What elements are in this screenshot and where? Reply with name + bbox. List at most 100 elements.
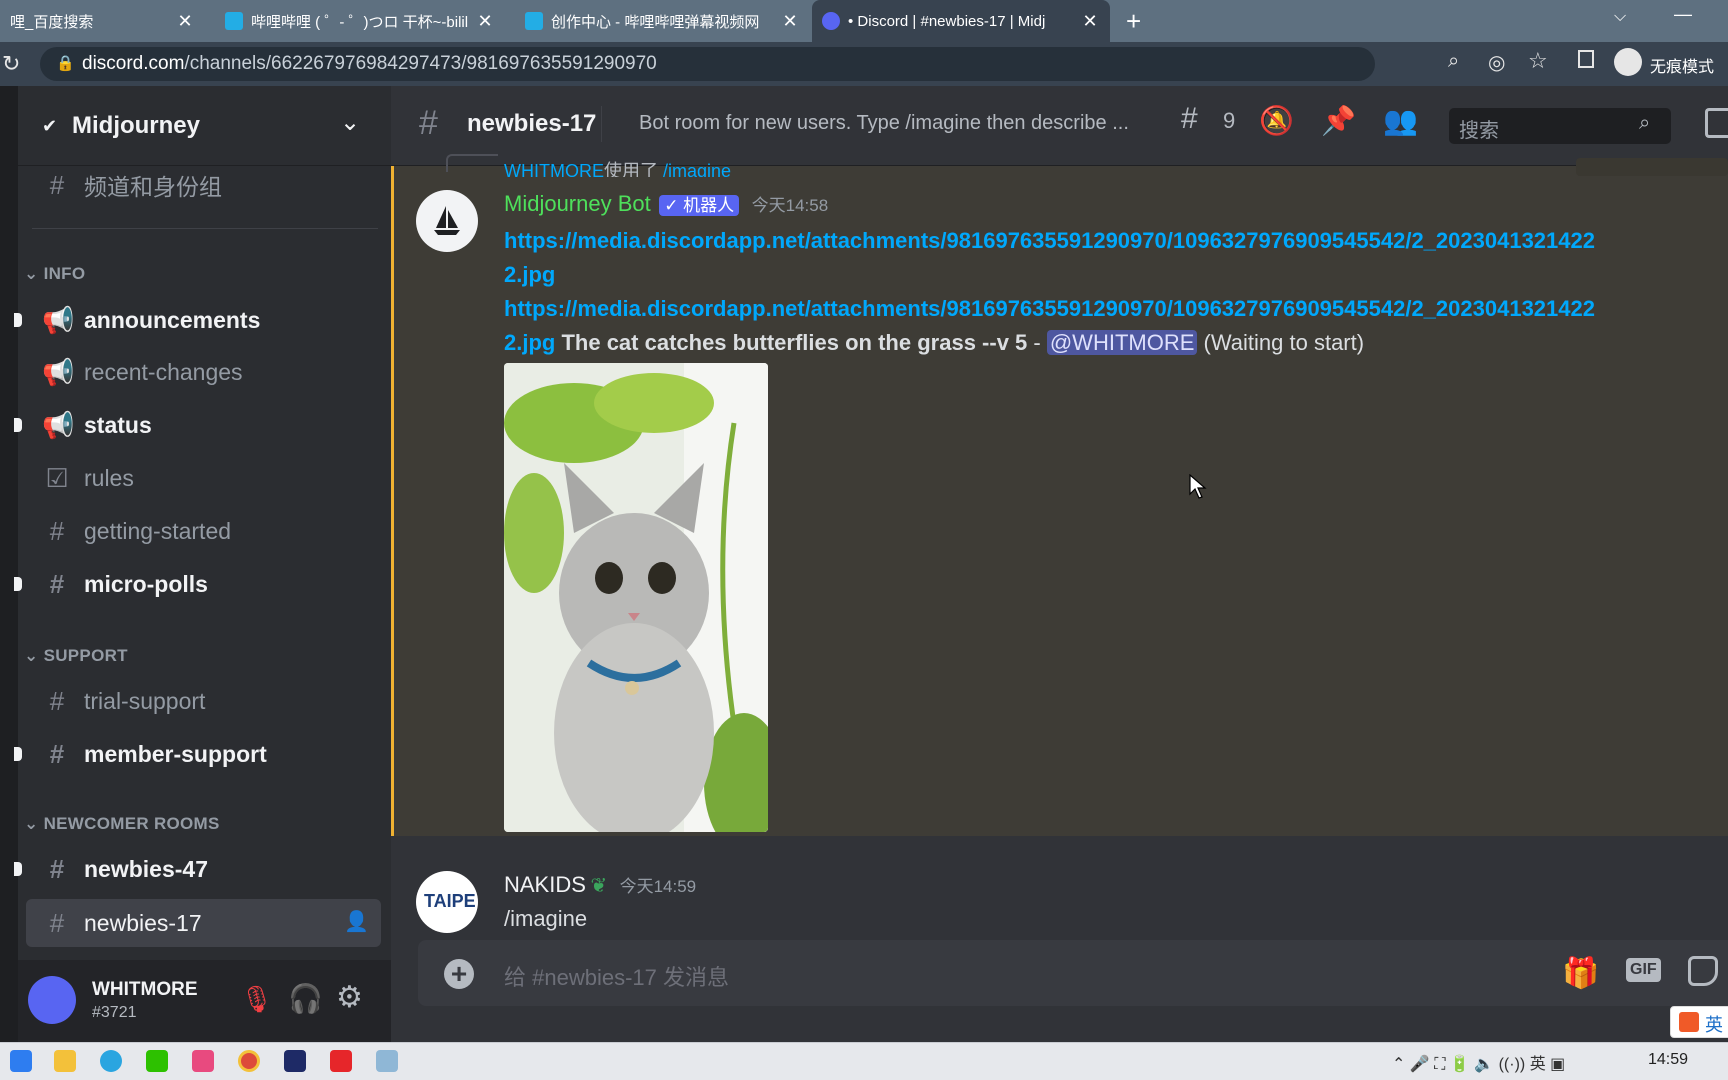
leaf-icon: ❦ (590, 875, 608, 897)
headphones-icon[interactable]: 🎧 (288, 982, 323, 1015)
gear-icon[interactable]: ⚙ (336, 980, 363, 1015)
edge-icon[interactable] (100, 1050, 122, 1072)
avatar[interactable]: TAIPE (416, 871, 478, 933)
browser-tab-active[interactable]: • Discord | #newbies-17 | Midj ✕ (812, 0, 1110, 42)
close-icon[interactable]: ✕ (780, 11, 800, 32)
close-icon[interactable]: ✕ (475, 11, 495, 32)
sailboat-icon (434, 206, 460, 235)
avatar[interactable] (416, 190, 478, 252)
add-attachment-button[interactable]: + (444, 959, 474, 989)
sidebar-item-rules[interactable]: ☑ rules (26, 455, 381, 501)
author-name[interactable]: Midjourney Bot (504, 191, 651, 216)
close-icon[interactable]: ✕ (175, 11, 195, 32)
ime-label: 英 (1529, 1056, 1546, 1073)
app-icon[interactable] (376, 1050, 398, 1072)
start-icon[interactable] (10, 1050, 32, 1072)
wechat-icon[interactable] (146, 1050, 168, 1072)
sidebar-item-roles[interactable]: # 频道和身份组 (26, 162, 381, 208)
sidebar-item-announcements[interactable]: 📢 announcements (26, 297, 381, 343)
sidebar-item-micro-polls[interactable]: # micro-polls (26, 561, 381, 607)
author-name[interactable]: NAKIDS (504, 872, 586, 897)
browser-tab[interactable]: 哔哩哔哩 ( ゜- ゜)つロ 干杯~-bilil ✕ (215, 0, 505, 42)
bookmark-star-icon[interactable]: ☆ (1528, 48, 1548, 74)
sticker-icon[interactable] (1688, 956, 1718, 986)
sidebar-item-newbies-47[interactable]: # newbies-47 (26, 846, 381, 892)
notification-muted-icon[interactable]: 🔕 (1259, 104, 1294, 137)
sidebar-item-label: recent-changes (84, 358, 243, 385)
sidebar-item-recent-changes[interactable]: 📢 recent-changes (26, 349, 381, 395)
tab-search-icon[interactable]: ⌵ (1614, 8, 1626, 26)
category-support[interactable]: ⌄ SUPPORT (24, 646, 128, 666)
category-info[interactable]: ⌄ INFO (24, 264, 85, 284)
sidebar-item-status[interactable]: 📢 status (26, 402, 381, 448)
reply-reference[interactable]: WHITMORE使用了 /imagine (504, 157, 731, 177)
hashtag-icon: # (49, 515, 65, 546)
megaphone-icon: 📢 (42, 356, 75, 387)
reply-used-text: 使用了 (603, 161, 658, 177)
sidebar-item-label: member-support (84, 740, 267, 767)
user-tag: #3721 (92, 1004, 137, 1021)
category-newcomer-rooms[interactable]: ⌄ NEWCOMER ROOMS (24, 814, 220, 834)
avatar[interactable] (28, 976, 76, 1024)
bilibili-app-icon[interactable] (192, 1050, 214, 1072)
tab-title: 哩_百度搜索 (10, 13, 94, 31)
attachment-link[interactable]: https://media.discordapp.net/attachments… (504, 228, 1595, 253)
server-header[interactable]: ✔ Midjourney ⌄ (18, 86, 391, 166)
channel-topic[interactable]: Bot room for new users. Type /imagine th… (639, 112, 1159, 135)
tab-title: • Discord | #newbies-17 | Midj (848, 12, 1046, 30)
message-input[interactable]: 给 #newbies-17 发消息 (504, 960, 729, 992)
pin-icon[interactable]: 📌 (1321, 104, 1356, 137)
minimize-button[interactable]: — (1674, 4, 1692, 25)
url-field[interactable]: 🔒 discord.com/channels/66226797698429747… (40, 47, 1375, 81)
file-explorer-icon[interactable] (54, 1050, 76, 1072)
incognito-label: 无痕模式 (1650, 59, 1715, 76)
member-list-icon[interactable]: 👥 (1383, 104, 1418, 137)
invite-member-icon[interactable]: 👤 (344, 909, 369, 934)
unread-indicator (14, 862, 22, 876)
clock[interactable]: 14:59 (1648, 1051, 1688, 1069)
app-icon[interactable] (284, 1050, 306, 1072)
search-input[interactable]: 搜索 ⌕ (1449, 108, 1671, 144)
server-name: Midjourney (72, 112, 201, 139)
chevron-down-icon[interactable]: ⌄ (340, 108, 360, 137)
system-tray[interactable]: ⌃ 🎤 ⛶ 🔋 🔈 ((·)) 英 ▣ (1392, 1050, 1565, 1074)
sidebar-item-trial-support[interactable]: # trial-support (26, 678, 381, 724)
sidebar-item-member-support[interactable]: # member-support (26, 731, 381, 777)
attachment-link[interactable]: https://media.discordapp.net/attachments… (504, 296, 1595, 321)
new-tab-button[interactable]: + (1126, 6, 1141, 37)
browser-tab[interactable]: 哩_百度搜索 ✕ (0, 0, 205, 42)
sidebar-item-label: newbies-47 (84, 855, 208, 882)
thread-hashtag-icon: # (49, 568, 65, 599)
gif-button[interactable]: GIF (1626, 958, 1661, 982)
browser-tab[interactable]: 创作中心 - 哔哩哔哩弹幕视频网 ✕ (515, 0, 810, 42)
ime-indicator[interactable]: 英 (1670, 1006, 1728, 1038)
attachment-link-cont[interactable]: 2.jpg (504, 330, 555, 355)
attachment-link-cont[interactable]: 2.jpg (504, 262, 555, 287)
sidebar-item-newbies-17[interactable]: # newbies-17 👤 (26, 899, 381, 947)
tab-title: 哔哩哔哩 ( ゜- ゜)つロ 干杯~-bilil (251, 13, 469, 31)
user-mention[interactable]: @WHITMORE (1046, 330, 1198, 355)
tracking-protection-icon[interactable]: ◎ (1488, 50, 1505, 75)
zoom-icon[interactable]: ⌕ (1448, 50, 1459, 73)
thread-hashtag-icon: # (49, 685, 65, 716)
divider (32, 228, 378, 229)
sidebar-item-getting-started[interactable]: # getting-started (26, 508, 381, 554)
close-icon[interactable]: ✕ (1080, 11, 1100, 32)
gift-icon[interactable]: 🎁 (1562, 956, 1599, 991)
reload-icon[interactable]: ↻ (2, 51, 20, 77)
thread-hashtag-icon: # (49, 853, 65, 884)
job-status: (Waiting to start) (1203, 330, 1365, 355)
side-panel-icon[interactable] (1578, 50, 1594, 68)
inbox-icon[interactable] (1705, 108, 1728, 138)
attachment-image[interactable] (504, 363, 768, 832)
mute-mic-icon[interactable]: 🎙 (240, 984, 273, 1015)
cat-image (504, 363, 768, 832)
message-timestamp: 今天14:58 (751, 196, 829, 215)
app-icon[interactable] (330, 1050, 352, 1072)
threads-icon[interactable]: # (1181, 102, 1198, 136)
message-content: https://media.discordapp.net/attachments… (504, 224, 1724, 360)
chrome-icon[interactable] (238, 1050, 260, 1072)
unread-indicator (14, 747, 22, 761)
checkbox-icon: ☑ (45, 462, 69, 493)
megaphone-icon: 📢 (42, 409, 75, 440)
